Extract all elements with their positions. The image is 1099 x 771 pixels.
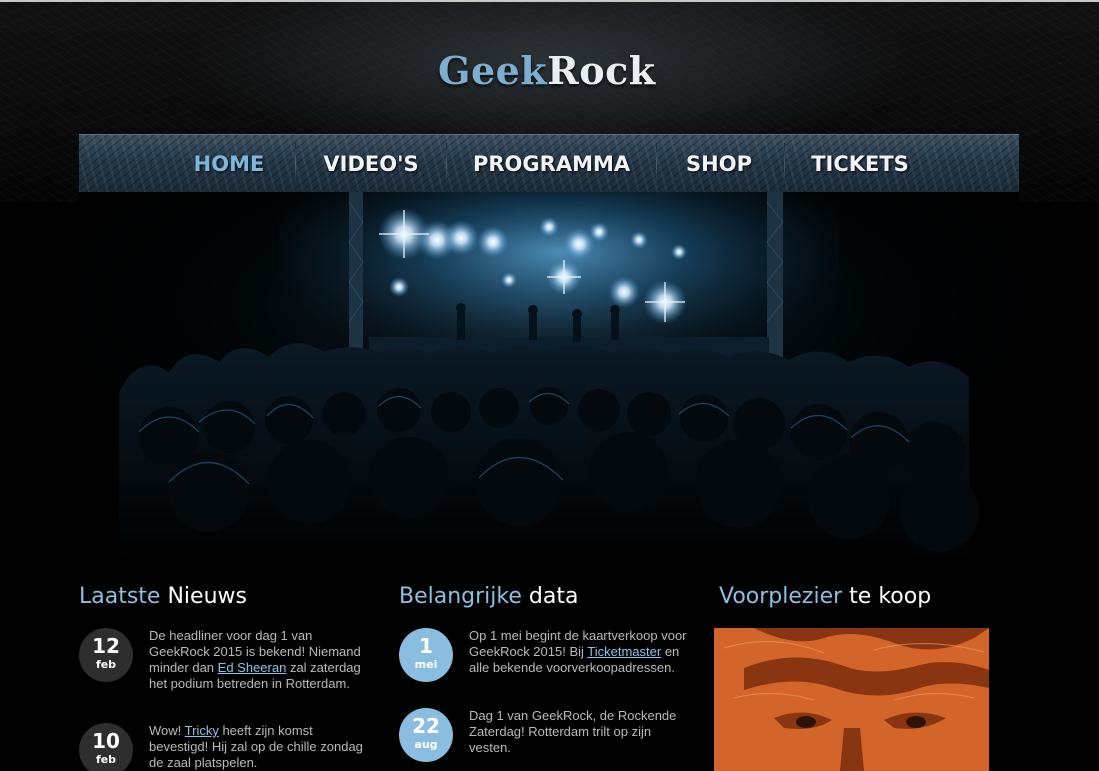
shop-title-rest: te koop xyxy=(849,584,932,609)
album-cover-illustration xyxy=(714,628,989,771)
date-day: 10 xyxy=(92,729,120,753)
date-month: feb xyxy=(95,658,117,671)
date-item: 22 aug Dag 1 van GeekRock, de Rockende Z… xyxy=(399,708,699,768)
concert-illustration xyxy=(79,192,1019,562)
dates-column: Belangrijke data 1 mei Op 1 mei begint d… xyxy=(399,580,699,771)
date-text: Op 1 mei begint de kaartverkoop voor Gee… xyxy=(469,628,694,676)
news-title: Laatste Nieuws xyxy=(79,580,247,614)
nav-item-tickets[interactable]: TICKETS xyxy=(809,135,911,193)
nav-divider xyxy=(656,143,657,185)
date-badge: 1 mei xyxy=(399,628,453,682)
shop-column: Voorplezier te koop xyxy=(719,580,1019,620)
dates-title-highlight: Belangrijke xyxy=(399,584,522,609)
site-logo[interactable]: GeekRock xyxy=(438,46,668,96)
dates-title: Belangrijke data xyxy=(399,580,578,614)
date-text-before: Dag 1 van GeekRock, de Rockende Zaterdag… xyxy=(469,708,677,755)
shop-title: Voorplezier te koop xyxy=(719,580,931,614)
main-nav: HOME VIDEO'S PROGRAMMA SHOP TICKETS xyxy=(79,134,1019,194)
date-day: 1 xyxy=(419,634,433,658)
news-text-before: Wow! xyxy=(149,723,185,738)
news-text: De headliner voor dag 1 van GeekRock 201… xyxy=(149,628,374,692)
date-badge: 22 aug xyxy=(399,708,453,762)
logo-geek: Geek xyxy=(438,48,548,93)
date-item: 1 mei Op 1 mei begint de kaartverkoop vo… xyxy=(399,628,699,698)
news-item: 10 feb Wow! Tricky heeft zijn komst beve… xyxy=(79,723,379,771)
album-cover-image[interactable] xyxy=(714,628,989,771)
date-day: 12 xyxy=(92,634,120,658)
nav-divider xyxy=(784,143,785,185)
nav-item-videos[interactable]: VIDEO'S xyxy=(315,135,427,193)
date-month: aug xyxy=(414,738,438,751)
news-item: 12 feb De headliner voor dag 1 van GeekR… xyxy=(79,628,379,708)
dates-title-rest: data xyxy=(528,584,579,609)
logo-rock: Rock xyxy=(547,48,656,93)
date-badge: 12 feb xyxy=(79,628,133,682)
news-title-rest: Nieuws xyxy=(167,584,247,609)
nav-item-programma[interactable]: PROGRAMMA xyxy=(473,135,630,193)
shop-title-highlight: Voorplezier xyxy=(719,584,843,609)
link-ticketmaster[interactable]: Ticketmaster xyxy=(587,644,661,659)
date-text: Dag 1 van GeekRock, de Rockende Zaterdag… xyxy=(469,708,694,756)
page: GeekRock HOME VIDEO'S PROGRAMMA SHOP TIC… xyxy=(0,0,1099,771)
news-title-highlight: Laatste xyxy=(79,584,161,609)
link-ed-sheeran[interactable]: Ed Sheeran xyxy=(218,660,287,675)
nav-item-shop[interactable]: SHOP xyxy=(681,135,757,193)
hero-concert-image xyxy=(79,192,1019,562)
date-day: 22 xyxy=(412,714,440,738)
news-column: Laatste Nieuws 12 feb De headliner voor … xyxy=(79,580,379,771)
news-text: Wow! Tricky heeft zijn komst bevestigd! … xyxy=(149,723,374,771)
nav-divider xyxy=(295,143,296,185)
nav-divider xyxy=(446,143,447,185)
nav-item-home[interactable]: HOME xyxy=(183,135,275,193)
link-tricky[interactable]: Tricky xyxy=(185,723,219,738)
date-month: mei xyxy=(414,658,438,671)
date-badge: 10 feb xyxy=(79,723,133,771)
date-month: feb xyxy=(95,753,117,766)
